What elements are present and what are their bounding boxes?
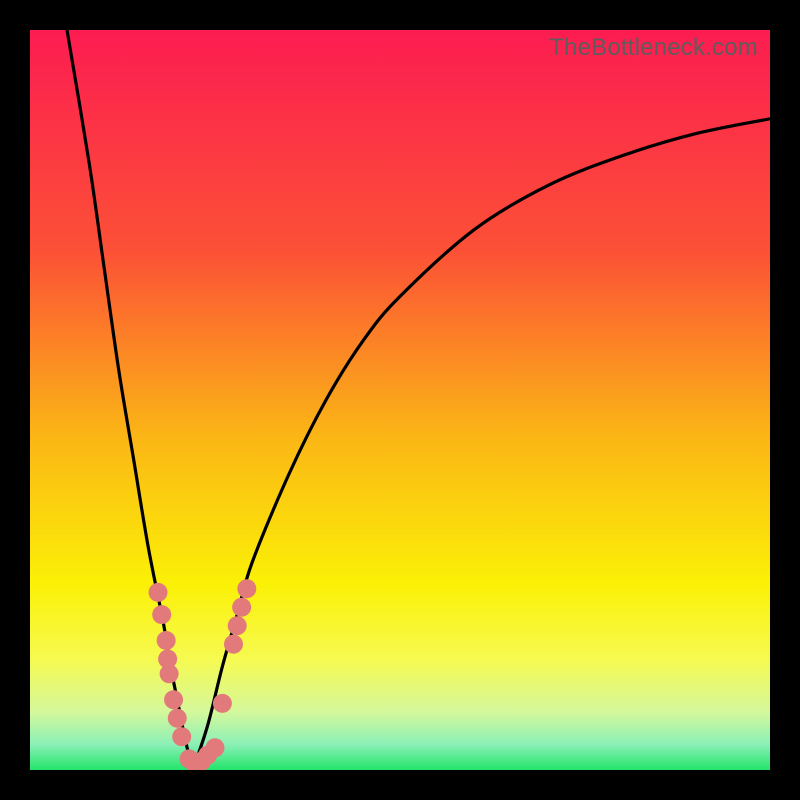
data-marker [152,605,171,624]
watermark-text: TheBottleneck.com [549,34,758,62]
curve-layer [30,30,770,770]
data-marker [157,631,176,650]
data-marker [224,635,243,654]
data-marker [237,579,256,598]
outer-frame: TheBottleneck.com [0,0,800,800]
data-marker [206,738,225,757]
curve-right-branch [193,119,770,770]
plot-area: TheBottleneck.com [30,30,770,770]
data-marker [232,598,251,617]
data-marker [172,727,191,746]
data-marker [164,690,183,709]
data-marker [228,616,247,635]
data-marker [168,709,187,728]
data-marker [213,694,232,713]
data-marker [160,664,179,683]
data-marker [149,583,168,602]
